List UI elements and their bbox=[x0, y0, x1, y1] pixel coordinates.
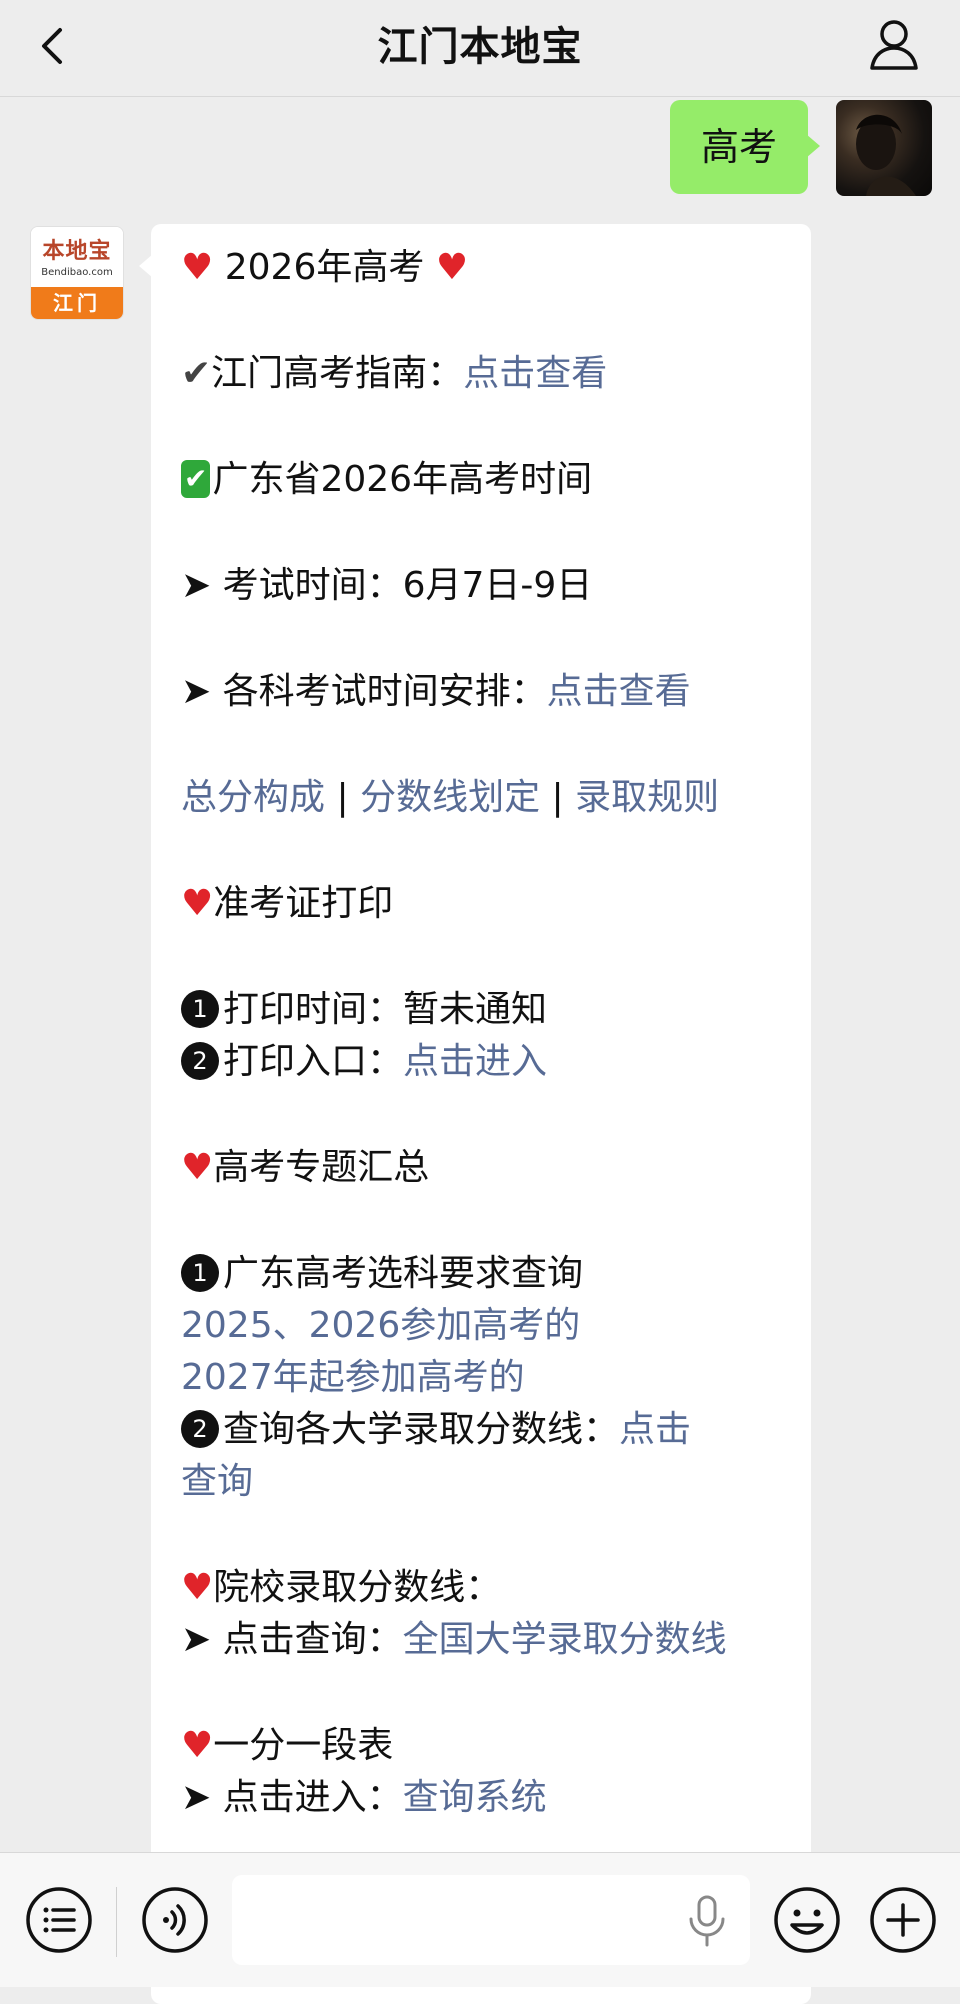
bot-avatar-sub: Bendibao.com bbox=[41, 267, 113, 278]
message-text: 打印入口： bbox=[223, 1041, 404, 1082]
outgoing-message[interactable]: 高考 bbox=[670, 100, 820, 194]
message-line: 2027年起参加高考的 bbox=[181, 1352, 785, 1404]
bot-avatar-logo: 本地宝 Bendibao.com bbox=[31, 227, 123, 289]
microphone-button[interactable] bbox=[685, 1893, 729, 1949]
input-bar bbox=[0, 1852, 960, 1987]
voice-icon bbox=[142, 1887, 208, 1953]
more-button[interactable] bbox=[868, 1885, 938, 1955]
national-score-link[interactable]: 全国大学录取分数线 bbox=[403, 1619, 727, 1660]
message-line: ♥准考证打印 bbox=[181, 878, 785, 930]
menu-button[interactable] bbox=[24, 1885, 94, 1955]
schedule-link[interactable]: 点击查看 bbox=[547, 671, 691, 712]
message-line: ✔ 广东省2026年高考时间 bbox=[181, 454, 785, 506]
message-text: 准考证打印 bbox=[213, 883, 394, 924]
message-text: ➤ 点击进入： bbox=[181, 1777, 403, 1818]
score-line-link[interactable]: 分数线划定 bbox=[360, 777, 540, 818]
heart-icon: ♥ bbox=[181, 883, 214, 924]
message-heading: 2026年高考 bbox=[224, 247, 425, 288]
message-line: ♥高考专题汇总 bbox=[181, 1142, 785, 1194]
page-title: 江门本地宝 bbox=[377, 24, 583, 70]
outgoing-message-text: 高考 bbox=[700, 125, 777, 169]
message-line: ➤ 点击查询：全国大学录取分数线 bbox=[181, 1614, 785, 1666]
message-line: 1 打印时间：暂未通知 bbox=[181, 984, 785, 1036]
message-line: ♥院校录取分数线： bbox=[181, 1562, 785, 1614]
message-line: 总分构成 | 分数线划定 | 录取规则 bbox=[181, 772, 785, 824]
message-text: 广东省2026年高考时间 bbox=[212, 459, 593, 500]
message-text: ➤ 点击查询： bbox=[181, 1619, 403, 1660]
message-input[interactable] bbox=[232, 1875, 750, 1965]
message-text: 广东高考选科要求查询 bbox=[223, 1253, 584, 1294]
heart-icon: ♥ bbox=[435, 247, 469, 288]
emoji-icon bbox=[774, 1887, 840, 1953]
university-score-link-cont[interactable]: 查询 bbox=[181, 1461, 253, 1502]
subject-2027-link[interactable]: 2027年起参加高考的 bbox=[181, 1357, 525, 1398]
message-text: 一分一段表 bbox=[213, 1725, 394, 1766]
bot-avatar[interactable]: 本地宝 Bendibao.com 江门 bbox=[30, 226, 124, 320]
checkmark-icon: ✔ bbox=[181, 353, 212, 394]
incoming-message: ♥ 2026年高考 ♥ ✔江门高考指南：点击查看 ✔ 广东省2026年高考时间 ➤… bbox=[139, 224, 811, 2004]
message-text: 院校录取分数线： bbox=[213, 1567, 502, 1608]
subject-2025-2026-link[interactable]: 2025、2026参加高考的 bbox=[181, 1305, 580, 1346]
university-score-link[interactable]: 点击 bbox=[619, 1409, 691, 1450]
heart-icon: ♥ bbox=[181, 247, 214, 288]
list-icon bbox=[26, 1887, 92, 1953]
message-line: 2 查询各大学录取分数线：点击 bbox=[181, 1404, 785, 1456]
message-line: ♥ 2026年高考 ♥ bbox=[181, 242, 785, 294]
admission-rules-link[interactable]: 录取规则 bbox=[575, 777, 719, 818]
message-line: ✔江门高考指南：点击查看 bbox=[181, 348, 785, 400]
emoji-button[interactable] bbox=[772, 1885, 842, 1955]
user-avatar-image bbox=[856, 114, 916, 196]
message-line: ➤ 各科考试时间安排：点击查看 bbox=[181, 666, 785, 718]
message-text: ➤ 各科考试时间安排： bbox=[181, 671, 547, 712]
check-box-icon: ✔ bbox=[181, 460, 211, 498]
profile-button[interactable] bbox=[864, 12, 924, 76]
message-line: 查询 bbox=[181, 1456, 785, 1508]
microphone-icon bbox=[689, 1895, 725, 1947]
number-one-icon: 1 bbox=[181, 1254, 219, 1292]
number-one-icon: 1 bbox=[181, 990, 219, 1028]
heart-icon: ♥ bbox=[181, 1725, 214, 1766]
total-score-link[interactable]: 总分构成 bbox=[181, 777, 325, 818]
guide-link[interactable]: 点击查看 bbox=[463, 353, 607, 394]
separator: | bbox=[336, 777, 349, 818]
bot-avatar-city: 江门 bbox=[31, 287, 123, 319]
top-bar: 江门本地宝 bbox=[0, 0, 960, 97]
divider bbox=[116, 1887, 117, 1957]
message-line: 2025、2026参加高考的 bbox=[181, 1300, 785, 1352]
message-line: 1 广东高考选科要求查询 bbox=[181, 1248, 785, 1300]
message-text: ➤ 考试时间：6月7日-9日 bbox=[181, 565, 593, 606]
voice-mode-button[interactable] bbox=[140, 1885, 210, 1955]
message-text: 江门高考指南： bbox=[211, 353, 464, 394]
query-system-link[interactable]: 查询系统 bbox=[403, 1777, 547, 1818]
message-text: 查询各大学录取分数线： bbox=[223, 1409, 620, 1450]
message-text: 打印时间：暂未通知 bbox=[223, 989, 548, 1030]
number-two-icon: 2 bbox=[181, 1042, 219, 1080]
number-two-icon: 2 bbox=[181, 1410, 219, 1448]
message-line: ♥一分一段表 bbox=[181, 1720, 785, 1772]
heart-icon: ♥ bbox=[181, 1567, 214, 1608]
user-avatar[interactable] bbox=[836, 100, 932, 196]
separator: | bbox=[551, 777, 564, 818]
message-line: 2 打印入口：点击进入 bbox=[181, 1036, 785, 1088]
person-icon bbox=[870, 20, 918, 70]
message-text: 高考专题汇总 bbox=[213, 1147, 430, 1188]
message-line: ➤ 点击进入：查询系统 bbox=[181, 1772, 785, 1824]
plus-icon bbox=[870, 1887, 936, 1953]
heart-icon: ♥ bbox=[181, 1147, 214, 1188]
bot-avatar-brand: 本地宝 bbox=[42, 239, 112, 264]
print-entry-link[interactable]: 点击进入 bbox=[403, 1041, 547, 1082]
message-line: ➤ 考试时间：6月7日-9日 bbox=[181, 560, 785, 612]
